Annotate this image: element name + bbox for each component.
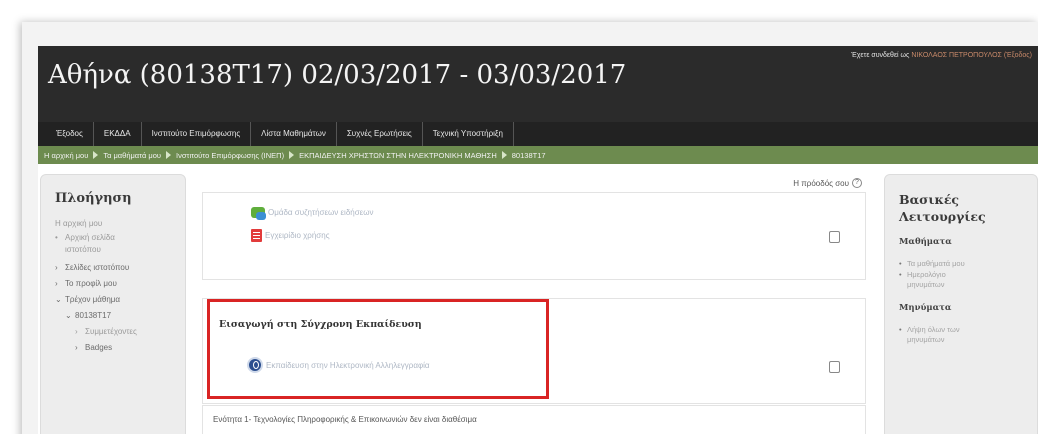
activity-email-training-label[interactable]: Εκπαίδευση στην Ηλεκτρονική Αλληλεγγραφί… — [266, 361, 430, 370]
site-title: Αθήνα (80138Τ17) 02/03/2017 - 03/03/2017 — [48, 60, 627, 90]
nav-tree-my-home[interactable]: Η αρχική μου — [55, 219, 102, 228]
nav-tech-support[interactable]: Τεχνική Υποστήριξη — [423, 122, 514, 146]
help-icon[interactable]: ? — [852, 178, 862, 188]
course-content: Η πρόοδός σου ? Ομάδα συζητήσεων ειδήσεω… — [198, 178, 866, 434]
moodle-page: Έχετε συνδεθεί ως ΝΙΚΟΛΑΟΣ ΠΕΤΡΟΠΟΥΛΟΣ (… — [38, 46, 1038, 434]
link-calendar[interactable]: Ημερολόγιο — [899, 270, 946, 280]
course-section-general: Ομάδα συζητήσεων ειδήσεων Εγχειρίδιο χρή… — [202, 192, 866, 280]
breadcrumb-separator-icon — [501, 151, 507, 159]
link-all-messages-cont[interactable]: μηνυμάτων — [907, 335, 944, 345]
navigation-block: Πλοήγηση Η αρχική μου • Αρχική σελίδα ισ… — [40, 174, 186, 434]
breadcrumb-separator-icon — [166, 151, 172, 159]
nav-tree-badges[interactable]: Badges — [85, 343, 112, 352]
login-info: Έχετε συνδεθεί ως ΝΙΚΟΛΑΟΣ ΠΕΤΡΟΠΟΥΛΟΣ (… — [851, 52, 1032, 59]
activity-email-training[interactable]: Εκπαίδευση στην Ηλεκτρονική Αλληλεγγραφί… — [247, 357, 430, 373]
basic-functions-block: Βασικές Λειτουργίες Μαθήματα Τα μαθήματά… — [884, 174, 1038, 434]
progress-label: Η πρόοδός σου — [793, 178, 849, 188]
nav-course-list[interactable]: Λίστα Μαθημάτων — [251, 122, 337, 146]
navigation-block-title: Πλοήγηση — [55, 191, 132, 206]
messages-heading: Μηνύματα — [899, 303, 952, 313]
breadcrumb: Η αρχική μου Τα μαθήματά μου Ινστιτούτο … — [38, 146, 1038, 164]
chevron-right-icon: › — [55, 279, 58, 288]
link-calendar-cont[interactable]: μηνυμάτων — [907, 280, 944, 290]
breadcrumb-separator-icon — [289, 151, 295, 159]
top-navbar: Έξοδος ΕΚΔΔΑ Ινστιτούτο Επιμόρφωσης Λίστ… — [38, 122, 1038, 146]
breadcrumb-course[interactable]: 80138Τ17 — [512, 151, 546, 160]
activity-news-forum[interactable]: Ομάδα συζητήσεων ειδήσεων — [251, 207, 373, 220]
breadcrumb-category[interactable]: ΕΚΠΑΙΔΕΥΣΗ ΧΡΗΣΤΩΝ ΣΤΗΝ ΗΛΕΚΤΡΟΝΙΚΗ ΜΑΘΗ… — [299, 151, 497, 160]
forum-icon — [251, 207, 266, 220]
moodle-activity-icon — [247, 357, 263, 373]
nav-tree-course-code[interactable]: 80138Τ17 — [75, 311, 111, 320]
login-user-link[interactable]: ΝΙΚΟΛΑΟΣ ΠΕΤΡΟΠΟΥΛΟΣ — [911, 52, 1002, 59]
completion-checkbox[interactable] — [829, 361, 840, 373]
activity-news-forum-label[interactable]: Ομάδα συζητήσεων ειδήσεων — [268, 208, 373, 217]
activity-user-manual-label[interactable]: Εγχειρίδιο χρήσης — [265, 231, 330, 240]
document-icon — [251, 229, 262, 242]
breadcrumb-home[interactable]: Η αρχική μου — [44, 151, 88, 160]
highlight-box — [207, 299, 549, 399]
nav-tree-my-profile[interactable]: Το προφίλ μου — [65, 279, 117, 288]
progress-indicator: Η πρόοδός σου ? — [793, 178, 862, 188]
breadcrumb-my-courses[interactable]: Τα μαθήματά μου — [103, 151, 161, 160]
link-my-courses[interactable]: Τα μαθήματά μου — [899, 259, 965, 269]
link-all-messages[interactable]: Λήψη όλων των — [899, 325, 960, 335]
nav-tree-site-home[interactable]: Αρχική σελίδα — [65, 233, 115, 242]
nav-tree-site-home-cont[interactable]: ιστοτόπου — [65, 245, 101, 254]
logout-link[interactable]: (Έξοδος) — [1004, 52, 1032, 59]
chevron-down-icon: ⌄ — [55, 295, 62, 304]
courses-heading: Μαθήματα — [899, 237, 952, 247]
basic-functions-title: Βασικές Λειτουργίες — [899, 191, 986, 225]
nav-institute[interactable]: Ινστιτούτο Επιμόρφωσης — [142, 122, 252, 146]
nav-tree-site-pages[interactable]: Σελίδες ιστοτόπου — [65, 263, 129, 272]
course-section-unit1: Ενότητα 1- Τεχνολογίες Πληροφορικής & Επ… — [202, 405, 866, 434]
nav-tree-current-course[interactable]: Τρέχον μάθημα — [65, 295, 120, 304]
basic-functions-title-line2: Λειτουργίες — [899, 209, 986, 224]
nav-ekdda[interactable]: ΕΚΔΔΑ — [94, 122, 142, 146]
chevron-right-icon: › — [75, 343, 78, 352]
activity-user-manual[interactable]: Εγχειρίδιο χρήσης — [251, 229, 330, 242]
basic-functions-title-line1: Βασικές — [899, 192, 960, 207]
section-title: Ενότητα 1- Τεχνολογίες Πληροφορικής & Επ… — [213, 415, 477, 424]
chevron-right-icon: › — [75, 327, 78, 336]
nav-exit[interactable]: Έξοδος — [46, 122, 94, 146]
nav-tree-participants[interactable]: Συμμετέχοντες — [85, 327, 137, 336]
completion-checkbox[interactable] — [829, 231, 840, 243]
nav-faq[interactable]: Συχνές Ερωτήσεις — [337, 122, 423, 146]
section-title: Εισαγωγή στη Σύγχρονη Εκπαίδευση — [219, 319, 422, 330]
course-section-intro: Εισαγωγή στη Σύγχρονη Εκπαίδευση Εκπαίδε… — [202, 298, 866, 404]
chevron-down-icon: ⌄ — [65, 311, 72, 320]
site-header: Έχετε συνδεθεί ως ΝΙΚΟΛΑΟΣ ΠΕΤΡΟΠΟΥΛΟΣ (… — [38, 46, 1038, 122]
login-prefix: Έχετε συνδεθεί ως — [851, 52, 910, 59]
chevron-right-icon: › — [55, 263, 58, 272]
breadcrumb-institute[interactable]: Ινστιτούτο Επιμόρφωσης (ΙΝΕΠ) — [176, 151, 284, 160]
bullet-icon: • — [55, 233, 58, 242]
breadcrumb-separator-icon — [93, 151, 99, 159]
